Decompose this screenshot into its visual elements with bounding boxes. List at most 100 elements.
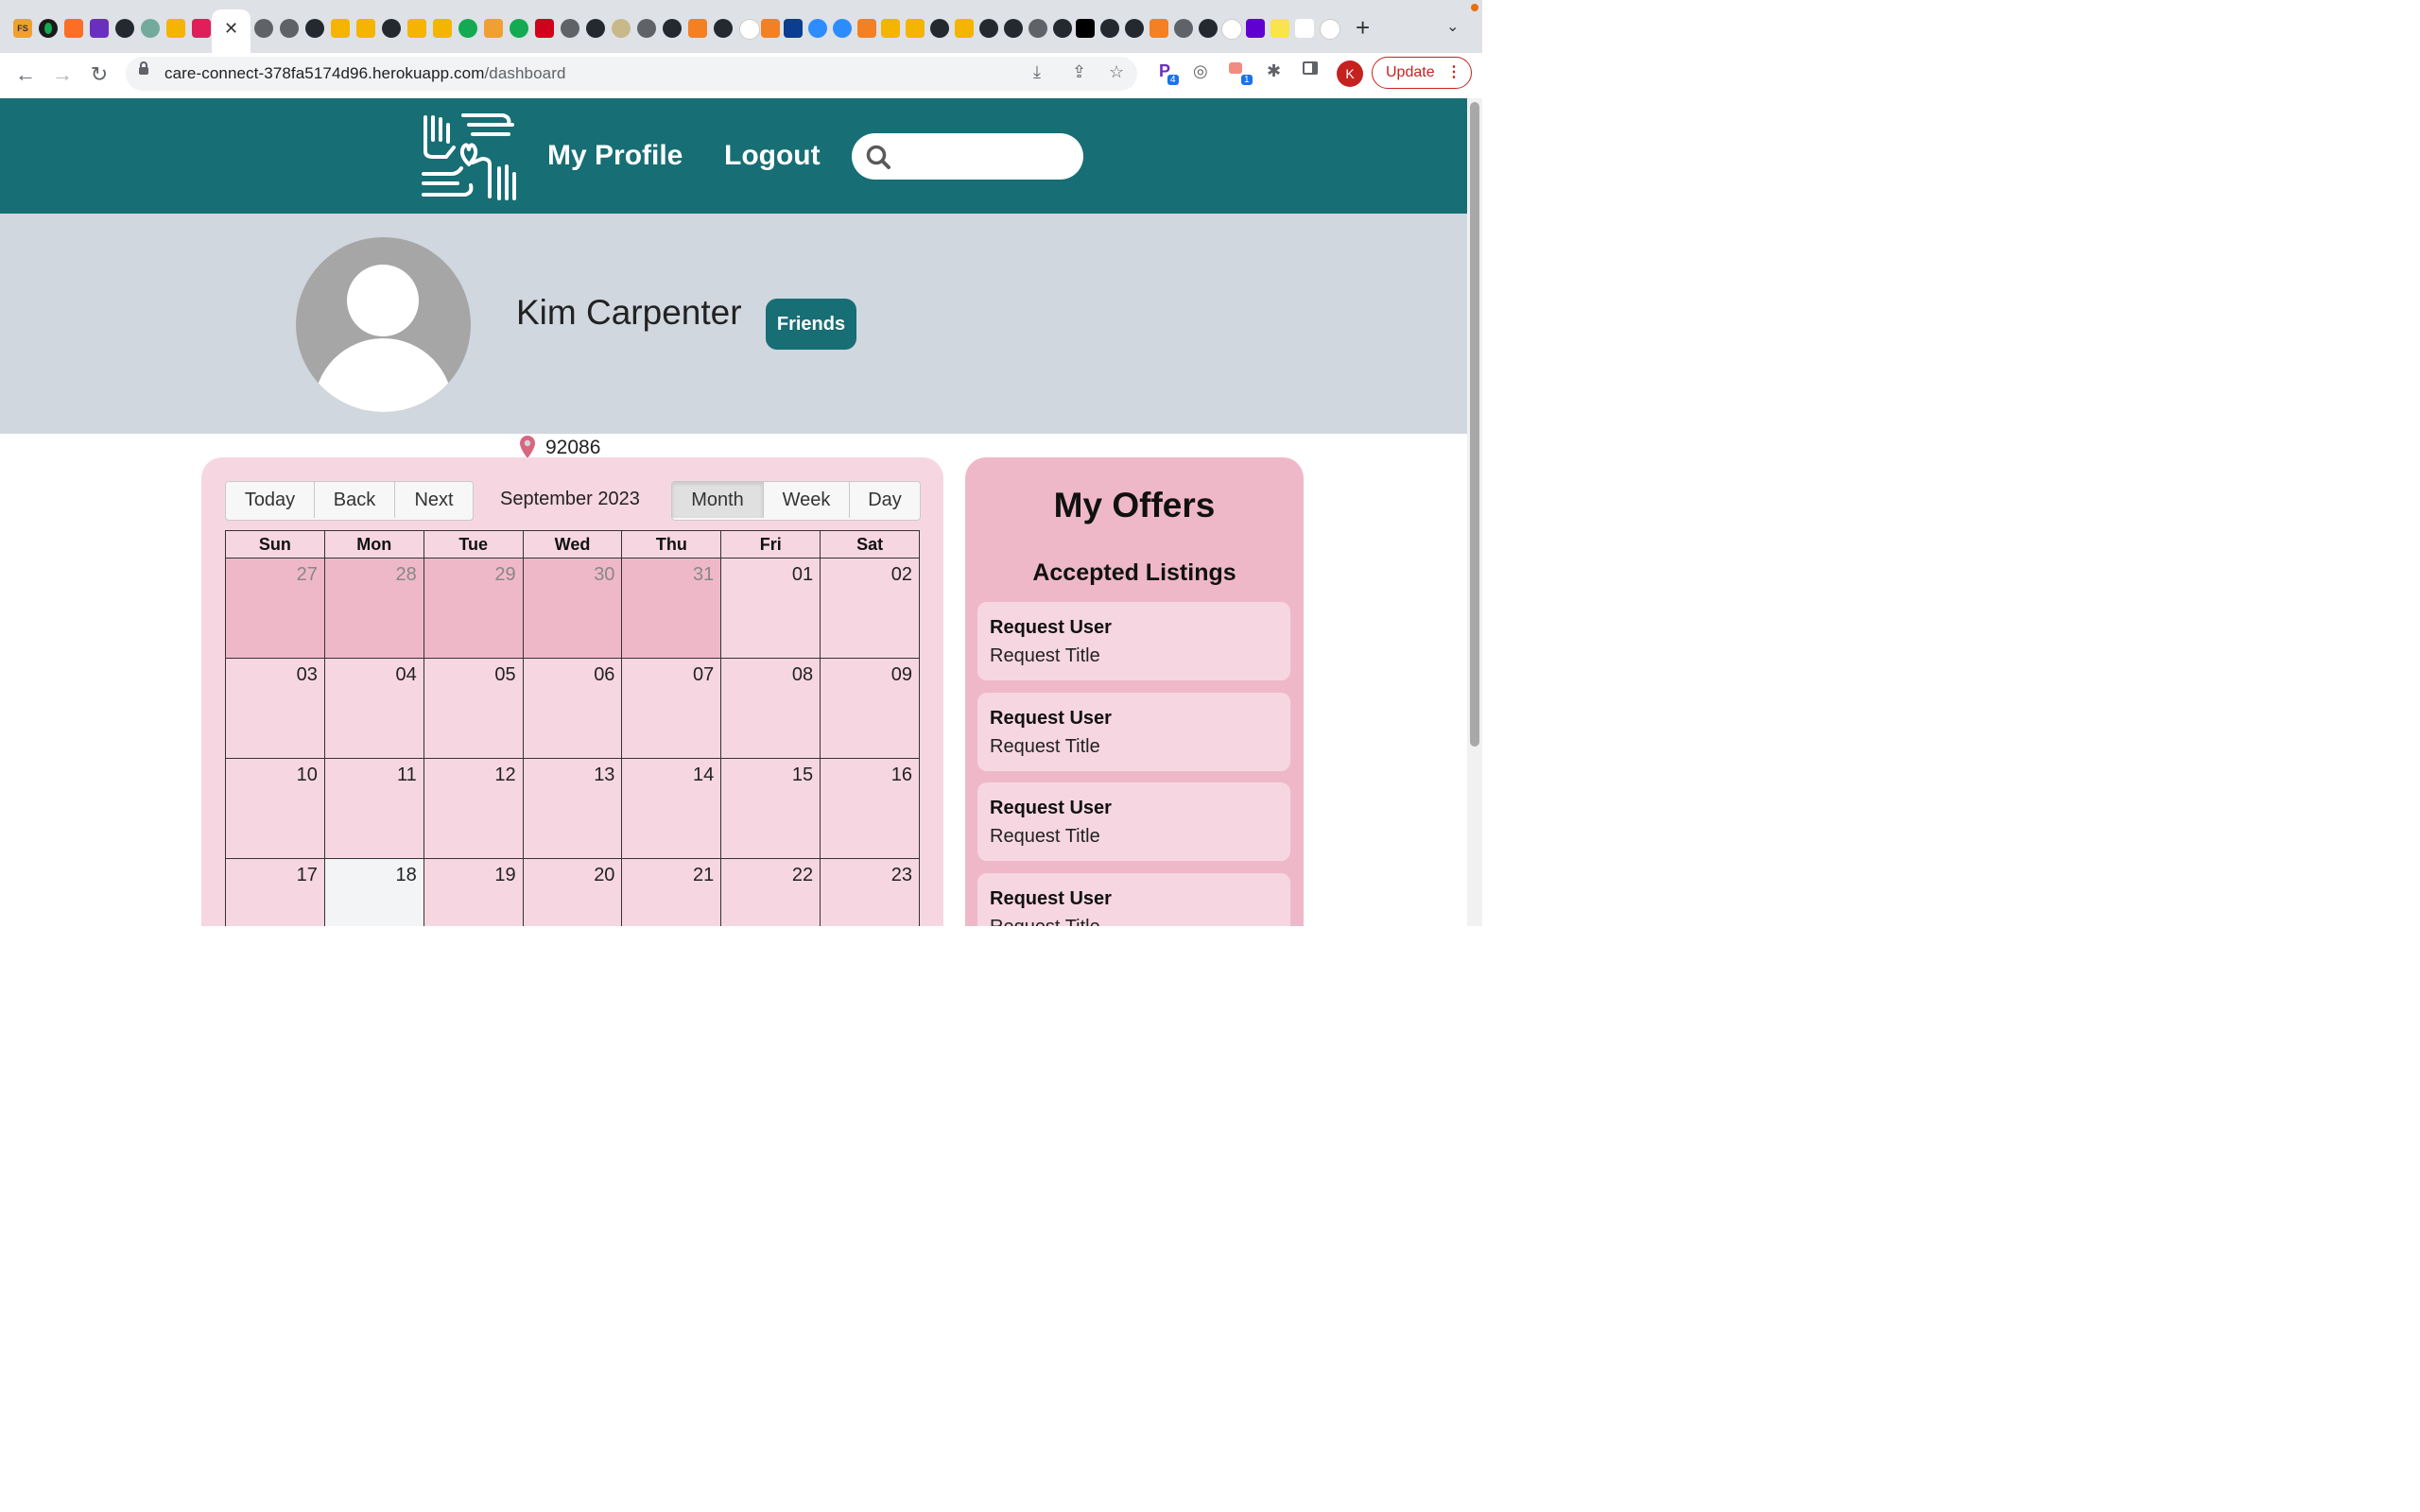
nav-my-profile[interactable]: My Profile xyxy=(547,140,683,172)
tab-favicon[interactable] xyxy=(356,19,375,38)
tab-favicon[interactable] xyxy=(1270,19,1289,38)
calendar-day-cell[interactable]: 17 xyxy=(226,859,325,926)
tab-favicon[interactable] xyxy=(1246,19,1265,38)
calendar-day-cell[interactable]: 14 xyxy=(622,759,722,858)
tab-favicon[interactable] xyxy=(407,19,426,38)
close-tab-icon[interactable]: ✕ xyxy=(224,19,238,39)
tab-favicon[interactable] xyxy=(663,19,682,38)
tab-favicon[interactable] xyxy=(1320,19,1340,40)
address-bar[interactable]: care-connect-378fa5174d96.herokuapp.com/… xyxy=(126,57,1137,91)
tab-favicon[interactable] xyxy=(1174,19,1193,38)
tab-favicon[interactable] xyxy=(458,19,477,38)
new-tab-button[interactable]: + xyxy=(1356,13,1370,43)
tab-favicon[interactable] xyxy=(1100,19,1119,38)
tab-favicon[interactable] xyxy=(761,19,780,38)
tab-favicon[interactable] xyxy=(688,19,707,38)
calendar-view-week[interactable]: Week xyxy=(764,482,850,518)
tab-favicon[interactable] xyxy=(881,19,900,38)
tab-favicon[interactable] xyxy=(1004,19,1023,38)
tab-favicon[interactable] xyxy=(637,19,656,38)
tab-favicon[interactable] xyxy=(535,19,554,38)
tab-favicon[interactable] xyxy=(64,19,83,38)
tab-favicon[interactable] xyxy=(714,19,733,38)
tab-favicon[interactable] xyxy=(141,19,160,38)
install-app-icon[interactable]: ⤓ xyxy=(1033,62,1041,82)
tab-favicon[interactable] xyxy=(808,19,827,38)
calendar-day-cell[interactable]: 15 xyxy=(721,759,821,858)
calendar-day-cell[interactable]: 28 xyxy=(324,558,424,658)
tab-favicon[interactable] xyxy=(955,19,974,38)
friends-button[interactable]: Friends xyxy=(766,299,856,350)
tab-favicon[interactable] xyxy=(612,19,631,38)
tab-favicon[interactable] xyxy=(739,19,760,40)
calendar-day-cell[interactable]: 31 xyxy=(622,558,722,658)
tab-search-button[interactable]: ⌄ xyxy=(1446,17,1459,36)
active-tab[interactable]: ✕ xyxy=(212,9,251,53)
reload-icon[interactable]: ↻ xyxy=(85,60,113,89)
tab-favicon[interactable] xyxy=(39,19,58,38)
calendar-day-cell[interactable]: 13 xyxy=(523,759,623,858)
calendar-day-cell[interactable]: 05 xyxy=(424,659,524,758)
lock-icon[interactable] xyxy=(139,61,148,75)
tab-favicon[interactable] xyxy=(1125,19,1144,38)
url-text[interactable]: care-connect-378fa5174d96.herokuapp.com/… xyxy=(164,64,566,83)
calendar-day-cell[interactable]: 12 xyxy=(424,759,524,858)
tab-favicon[interactable] xyxy=(1028,19,1047,38)
search-bar[interactable] xyxy=(852,133,1083,180)
calendar-day-cell[interactable]: 02 xyxy=(821,558,920,658)
tab-favicon[interactable] xyxy=(1199,19,1218,38)
listing-card[interactable]: Request User Request Title xyxy=(977,602,1290,680)
page-scrollbar[interactable] xyxy=(1467,98,1482,926)
listing-card[interactable]: Request User Request Title xyxy=(977,693,1290,771)
tab-favicon[interactable] xyxy=(979,19,998,38)
extensions-puzzle-icon[interactable]: ✱ xyxy=(1267,61,1281,81)
tab-favicon[interactable] xyxy=(192,19,211,38)
listing-card[interactable]: Request User Request Title xyxy=(977,873,1290,926)
tab-favicon[interactable] xyxy=(382,19,401,38)
tab-favicon[interactable] xyxy=(484,19,503,38)
calendar-view-month[interactable]: Month xyxy=(672,482,764,518)
search-input[interactable] xyxy=(899,141,1073,173)
more-menu-icon[interactable]: ⋮ xyxy=(1446,58,1461,88)
nav-logout[interactable]: Logout xyxy=(724,140,821,172)
tab-favicon[interactable] xyxy=(930,19,949,38)
calendar-day-cell[interactable]: 07 xyxy=(622,659,722,758)
tab-favicon[interactable] xyxy=(510,19,528,38)
calendar-day-cell[interactable]: 27 xyxy=(226,558,325,658)
update-button[interactable]: Update ⋮ xyxy=(1372,57,1472,89)
tab-favicon[interactable] xyxy=(305,19,324,38)
calendar-day-cell[interactable]: 29 xyxy=(424,558,524,658)
calendar-back-button[interactable]: Back xyxy=(315,482,395,518)
calendar-day-cell[interactable]: 08 xyxy=(721,659,821,758)
tab-favicon[interactable]: FS xyxy=(13,19,32,38)
calendar-day-cell[interactable]: 21 xyxy=(622,859,722,926)
back-icon[interactable]: ← xyxy=(11,60,40,89)
tab-favicon[interactable] xyxy=(115,19,134,38)
tab-favicon[interactable] xyxy=(906,19,925,38)
calendar-day-cell[interactable]: 19 xyxy=(424,859,524,926)
tab-favicon[interactable] xyxy=(1053,19,1072,38)
tab-favicon[interactable] xyxy=(1150,19,1168,38)
tab-favicon[interactable] xyxy=(833,19,852,38)
calendar-day-cell[interactable]: 22 xyxy=(721,859,821,926)
listing-card[interactable]: Request User Request Title xyxy=(977,782,1290,861)
calendar-day-cell[interactable]: 10 xyxy=(226,759,325,858)
tab-favicon[interactable] xyxy=(784,19,803,38)
calendar-view-day[interactable]: Day xyxy=(850,482,920,518)
bookmark-star-icon[interactable]: ☆ xyxy=(1109,62,1124,82)
share-icon[interactable]: ⇪ xyxy=(1072,62,1086,82)
tab-favicon[interactable] xyxy=(166,19,185,38)
tab-favicon[interactable] xyxy=(254,19,273,38)
calendar-day-cell[interactable]: 30 xyxy=(523,558,623,658)
calendar-day-cell[interactable]: 09 xyxy=(821,659,920,758)
calendar-day-cell[interactable]: 16 xyxy=(821,759,920,858)
calendar-today-button[interactable]: Today xyxy=(226,482,315,518)
forward-icon[interactable]: → xyxy=(48,60,77,89)
tab-favicon[interactable] xyxy=(1295,19,1314,38)
calendar-day-cell-today[interactable]: 18 xyxy=(324,859,424,926)
extension-p-icon[interactable]: P 4 xyxy=(1159,61,1179,85)
extension-password-icon[interactable]: ◎ xyxy=(1193,61,1208,81)
tab-favicon[interactable] xyxy=(1076,19,1095,38)
profile-avatar[interactable]: K xyxy=(1337,60,1363,87)
side-panel-icon[interactable] xyxy=(1303,61,1318,79)
